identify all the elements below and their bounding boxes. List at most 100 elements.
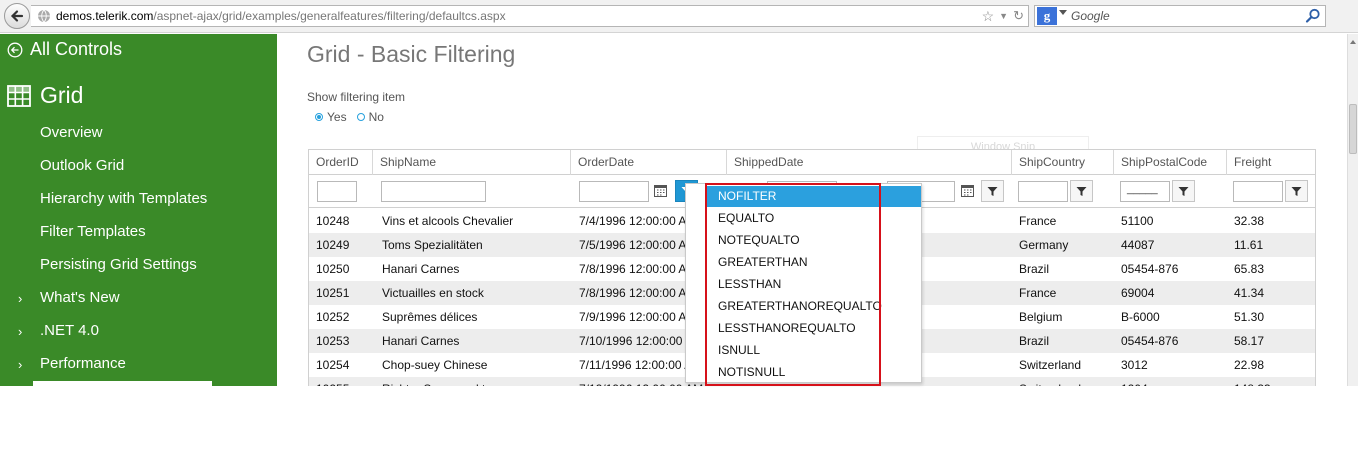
column-header-orderdate[interactable]: OrderDate: [571, 150, 727, 175]
cell-orderid: 10255: [316, 377, 371, 386]
search-bar[interactable]: g Google: [1034, 5, 1326, 27]
cell-shippostalcode: 3012: [1121, 358, 1148, 372]
cell-shipname: Chop-suey Chinese: [382, 358, 488, 372]
search-input[interactable]: Google: [1071, 9, 1110, 23]
grid-header: OrderID ShipName OrderDate ShippedDate S…: [309, 150, 1315, 175]
filter-input-orderdate[interactable]: [579, 181, 649, 202]
cell-shipcountry: Brazil: [1019, 262, 1050, 276]
cell-shipcountry: Belgium: [1019, 310, 1063, 324]
scroll-up-icon[interactable]: [1350, 40, 1356, 44]
filter-menu-item-lessthanorequalto[interactable]: LESSTHANOREQUALTO: [707, 318, 921, 339]
filter-menu-item-equalto[interactable]: EQUALTO: [707, 208, 921, 229]
page-scrollbar[interactable]: [1347, 34, 1358, 386]
filter-button-shipcountry[interactable]: [1070, 180, 1093, 202]
cell-shipname: Suprêmes délices: [382, 310, 478, 324]
sidebar-item-persisting-grid-settings[interactable]: Persisting Grid Settings: [40, 256, 197, 273]
column-header-shippeddate[interactable]: ShippedDate: [727, 150, 1012, 175]
cell-freight: 65.83: [1234, 262, 1265, 276]
cell-freight: 41.34: [1234, 286, 1265, 300]
filter-input-shippostalcode[interactable]: _____: [1120, 181, 1170, 202]
cell-shippostalcode: 05454-876: [1121, 334, 1179, 348]
cell-freight: 51.30: [1234, 310, 1265, 324]
google-search-engine-icon[interactable]: g: [1037, 7, 1057, 25]
filter-funnel-icon: [1178, 186, 1189, 196]
all-controls-label: All Controls: [30, 39, 123, 59]
filter-menu-item-notisnull[interactable]: NOTISNULL: [707, 362, 921, 383]
filter-menu-item-greaterthanorequalto[interactable]: GREATERTHANOREQUALTO: [707, 296, 921, 317]
address-bar[interactable]: demos.telerik.com/aspnet-ajax/grid/examp…: [31, 5, 1029, 27]
cell-orderid: 10249: [316, 238, 350, 252]
column-header-shipname[interactable]: ShipName: [373, 150, 571, 175]
cell-orderid: 10251: [316, 286, 350, 300]
filter-menu-item-greaterthan[interactable]: GREATERTHAN: [707, 252, 921, 273]
cell-shipcountry: Switzerland: [1019, 377, 1113, 386]
cell-shipcountry: Germany: [1019, 238, 1069, 252]
column-header-orderid[interactable]: OrderID: [309, 150, 373, 175]
reload-icon[interactable]: ↻: [1013, 8, 1024, 24]
cell-shipname: Victuailles en stock: [382, 286, 484, 300]
cell-freight: 58.17: [1234, 334, 1265, 348]
cell-orderid: 10253: [316, 334, 350, 348]
cell-shipcountry: Brazil: [1019, 334, 1050, 348]
chevron-right-icon: ›: [18, 357, 23, 372]
browser-back-button[interactable]: [4, 3, 30, 29]
cell-orderid: 10248: [316, 214, 350, 228]
search-engine-dropdown-icon[interactable]: [1059, 10, 1067, 15]
back-circle-icon: [7, 42, 23, 57]
bookmark-star-icon[interactable]: ☆: [982, 8, 995, 25]
filter-button-shippostalcode[interactable]: [1172, 180, 1195, 202]
filter-funnel-icon: [1291, 186, 1302, 196]
scrollbar-thumb[interactable]: [1349, 104, 1357, 154]
calendar-icon[interactable]: [961, 184, 974, 197]
sidebar: All Controls Grid Overview Outlook Grid …: [0, 34, 277, 386]
cell-orderid: 10252: [316, 310, 350, 324]
column-header-freight[interactable]: Freight: [1227, 150, 1315, 175]
filter-menu-item-nofilter[interactable]: NOFILTER: [707, 186, 921, 207]
grid-section-heading[interactable]: Grid: [7, 82, 83, 109]
radio-no[interactable]: No: [356, 110, 384, 124]
calendar-icon[interactable]: [654, 184, 667, 197]
radio-yes[interactable]: Yes: [315, 110, 347, 124]
sidebar-item-performance[interactable]: › Performance: [18, 355, 126, 372]
filter-menu-item-isnull[interactable]: ISNULL: [707, 340, 921, 361]
sidebar-item-net-4[interactable]: › .NET 4.0: [18, 322, 99, 339]
sidebar-item-overview[interactable]: Overview: [40, 124, 103, 141]
filter-button-shippeddate[interactable]: [981, 180, 1004, 202]
filter-input-freight[interactable]: [1233, 181, 1283, 202]
cell-orderid: 10250: [316, 262, 350, 276]
sidebar-item-filter-templates[interactable]: Filter Templates: [40, 223, 146, 240]
sidebar-item-outlook-grid[interactable]: Outlook Grid: [40, 157, 124, 174]
filter-input-orderid[interactable]: [317, 181, 357, 202]
cell-shippostalcode: 05454-876: [1121, 262, 1179, 276]
filter-menu-item-notequalto[interactable]: NOTEQUALTO: [707, 230, 921, 251]
cell-shipname: Hanari Carnes: [382, 262, 460, 276]
column-header-shippostalcode[interactable]: ShipPostalCode: [1114, 150, 1227, 175]
cell-shipname: Hanari Carnes: [382, 334, 460, 348]
sidebar-item-hierarchy-with-templates[interactable]: Hierarchy with Templates: [40, 190, 207, 207]
grid-section-label: Grid: [40, 82, 84, 108]
filter-button-freight[interactable]: [1285, 180, 1308, 202]
cell-freight: 22.98: [1234, 358, 1265, 372]
sidebar-search-box-edge[interactable]: [33, 381, 212, 386]
cell-orderid: 10254: [316, 358, 350, 372]
filter-input-shipname[interactable]: [381, 181, 486, 202]
show-filtering-label: Show filtering item: [307, 90, 406, 104]
all-controls-link[interactable]: All Controls: [7, 39, 122, 60]
cell-freight: 148.33: [1234, 377, 1314, 386]
sidebar-item-whats-new[interactable]: › What's New: [18, 289, 120, 306]
cell-shipcountry: France: [1019, 214, 1057, 228]
grid-table-icon: [7, 84, 31, 107]
filter-input-shipcountry[interactable]: [1018, 181, 1068, 202]
search-magnifier-icon[interactable]: [1305, 8, 1321, 24]
back-arrow-icon: [10, 10, 24, 22]
dropdown-arrow-icon[interactable]: ▼: [999, 11, 1008, 21]
column-header-shipcountry[interactable]: ShipCountry: [1012, 150, 1114, 175]
cell-shippostalcode: 51100: [1121, 214, 1154, 228]
cell-shippostalcode: 1204: [1121, 377, 1225, 386]
cell-shippostalcode: 44087: [1121, 238, 1155, 252]
filter-menu-item-lessthan[interactable]: LESSTHAN: [707, 274, 921, 295]
globe-icon: [38, 9, 50, 23]
show-filtering-radio-group: Yes No: [315, 110, 384, 124]
filter-funnel-icon: [987, 186, 998, 196]
cell-shippostalcode: B-6000: [1121, 310, 1160, 324]
